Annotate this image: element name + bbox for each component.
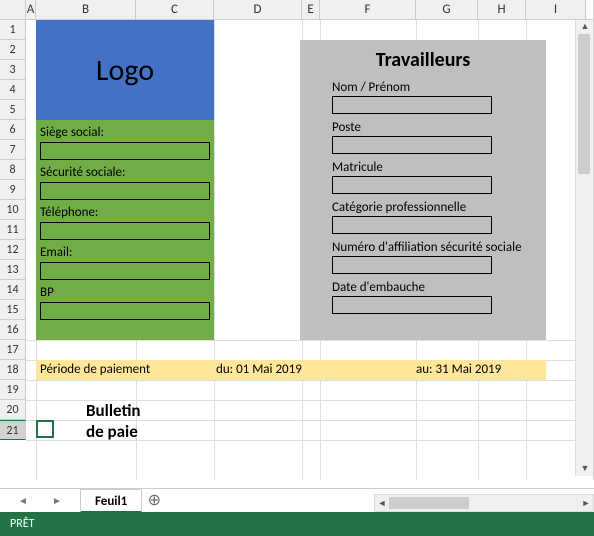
- vertical-scrollbar[interactable]: ▲ ▼: [575, 20, 593, 476]
- input-siege[interactable]: [40, 142, 210, 160]
- row-header-17[interactable]: 17: [0, 340, 26, 360]
- horizontal-scrollbar[interactable]: ◄ ►: [374, 494, 594, 512]
- row-header-13[interactable]: 13: [0, 260, 26, 280]
- col-header-B[interactable]: B: [36, 0, 136, 19]
- select-all-corner[interactable]: [0, 0, 26, 19]
- row-header-7[interactable]: 7: [0, 140, 26, 160]
- status-bar: PRÊT: [0, 512, 594, 536]
- vertical-scroll-thumb[interactable]: [578, 34, 590, 174]
- period-from: du: 01 Mai 2019: [216, 360, 302, 380]
- col-header-D[interactable]: D: [214, 0, 302, 19]
- row-header-12[interactable]: 12: [0, 240, 26, 260]
- status-text: PRÊT: [10, 517, 34, 531]
- row-header-4[interactable]: 4: [0, 80, 26, 100]
- row-header-19[interactable]: 19: [0, 380, 26, 400]
- input-poste[interactable]: [332, 136, 492, 154]
- tab-nav-arrows[interactable]: ◄ ►: [0, 494, 80, 507]
- input-nom[interactable]: [332, 96, 492, 114]
- row-header-18[interactable]: 18: [0, 360, 26, 380]
- input-tel[interactable]: [40, 222, 210, 240]
- col-header-H[interactable]: H: [478, 0, 526, 19]
- label-categorie[interactable]: Catégorie professionnelle: [332, 200, 466, 215]
- col-header-F[interactable]: F: [320, 0, 416, 19]
- scroll-down-icon[interactable]: ▼: [576, 462, 594, 476]
- period-row[interactable]: Période de paiement du: 01 Mai 2019 au: …: [36, 360, 546, 380]
- label-email[interactable]: Email:: [40, 242, 210, 262]
- row-header-5[interactable]: 5: [0, 100, 26, 120]
- workers-block: Travailleurs Nom / Prénom Poste Matricul…: [300, 40, 546, 340]
- horizontal-scroll-thumb[interactable]: [389, 497, 469, 509]
- sheet-tab-bar: ◄ ► Feuil1 ⊕ ◄ ►: [0, 488, 594, 512]
- input-email[interactable]: [40, 262, 210, 280]
- tab-nav-next-icon[interactable]: ►: [52, 494, 62, 507]
- input-embauche[interactable]: [332, 296, 492, 314]
- row-header-3[interactable]: 3: [0, 60, 26, 80]
- add-sheet-button[interactable]: ⊕: [142, 489, 166, 513]
- scroll-right-icon[interactable]: ►: [579, 495, 593, 513]
- input-bp[interactable]: [40, 302, 210, 320]
- period-to: au: 31 Mai 2019: [416, 360, 501, 380]
- row-header-8[interactable]: 8: [0, 160, 26, 180]
- col-header-A[interactable]: A: [26, 0, 36, 19]
- sheet-tab-feuil1[interactable]: Feuil1: [80, 489, 142, 513]
- label-numero[interactable]: Numéro d'affiliation sécurité sociale: [332, 240, 522, 255]
- row-header-21[interactable]: 21: [0, 420, 26, 440]
- row-header-6[interactable]: 6: [0, 120, 26, 140]
- row-header-1[interactable]: 1: [0, 20, 26, 40]
- logo-cell[interactable]: Logo: [36, 20, 214, 120]
- label-tel[interactable]: Téléphone:: [40, 202, 210, 222]
- row-header-11[interactable]: 11: [0, 220, 26, 240]
- row-header-9[interactable]: 9: [0, 180, 26, 200]
- label-nom[interactable]: Nom / Prénom: [332, 80, 410, 95]
- input-secu[interactable]: [40, 182, 210, 200]
- label-matricule[interactable]: Matricule: [332, 160, 383, 175]
- col-header-C[interactable]: C: [136, 0, 214, 19]
- row-header-10[interactable]: 10: [0, 200, 26, 220]
- label-embauche[interactable]: Date d'embauche: [332, 280, 425, 295]
- col-header-G[interactable]: G: [416, 0, 478, 19]
- input-numero[interactable]: [332, 256, 492, 274]
- row-headers: 1 2 3 4 5 6 7 8 9 10 11 12 13 14 15 16 1…: [0, 20, 26, 440]
- col-header-I[interactable]: I: [526, 0, 586, 19]
- workers-title: Travailleurs: [300, 48, 546, 72]
- row-header-15[interactable]: 15: [0, 300, 26, 320]
- row-header-2[interactable]: 2: [0, 40, 26, 60]
- scroll-up-icon[interactable]: ▲: [576, 20, 594, 34]
- label-bp[interactable]: BP: [40, 282, 210, 302]
- tab-nav-prev-icon[interactable]: ◄: [18, 494, 28, 507]
- label-poste[interactable]: Poste: [332, 120, 361, 135]
- row-header-20[interactable]: 20: [0, 400, 26, 420]
- input-matricule[interactable]: [332, 176, 492, 194]
- scroll-left-icon[interactable]: ◄: [375, 495, 389, 513]
- col-header-E[interactable]: E: [302, 0, 320, 19]
- label-secu[interactable]: Sécurité sociale:: [40, 162, 210, 182]
- label-siege[interactable]: Siège social:: [40, 122, 210, 142]
- period-label: Période de paiement: [40, 360, 150, 380]
- spreadsheet-area: A B C D E F G H I 1 2 3 4 5 6 7 8 9 10 1…: [0, 0, 594, 480]
- column-headers: A B C D E F G H I: [0, 0, 593, 20]
- row-header-16[interactable]: 16: [0, 320, 26, 340]
- input-categorie[interactable]: [332, 216, 492, 234]
- bulletin-title[interactable]: Bulletin de paie: [86, 400, 141, 442]
- row-header-14[interactable]: 14: [0, 280, 26, 300]
